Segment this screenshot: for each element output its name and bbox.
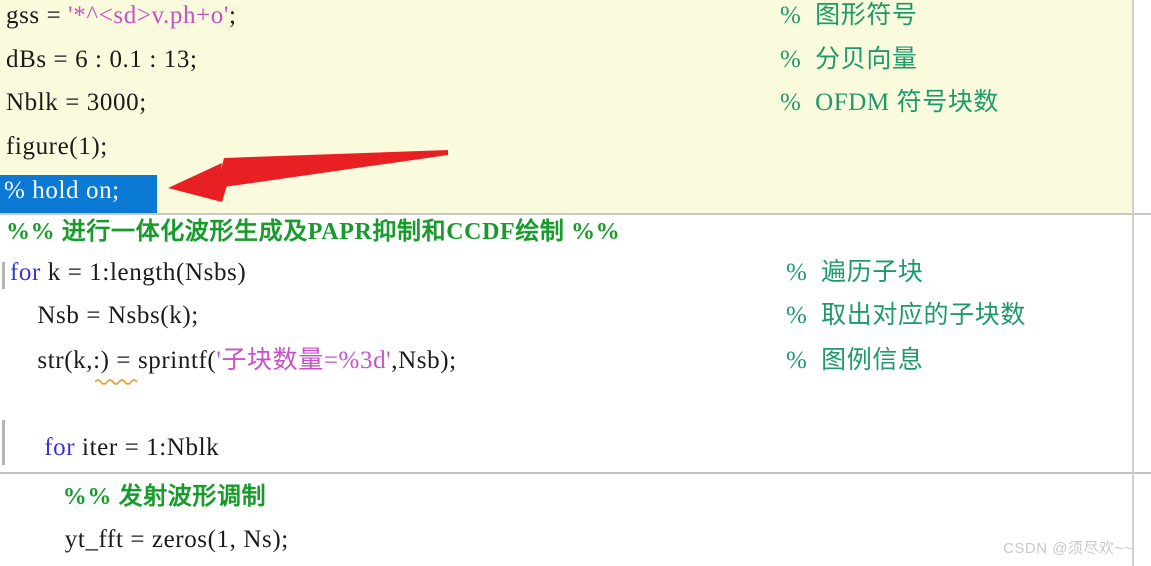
code-token-indent xyxy=(10,434,44,461)
comment-nblk: % OFDM 符号块数 xyxy=(780,89,1000,116)
code-token-plain: ; xyxy=(228,2,237,29)
code-line-cell-header[interactable]: %% 进行一体化波形生成及PAPR抑制和CCDF绘制 %% xyxy=(6,219,620,245)
code-token-cell-header: %% 进行一体化波形生成及PAPR抑制和CCDF绘制 %% xyxy=(6,219,621,245)
matlab-editor-screenshot: gss = '*^<sd>v.ph+o'; % 图形符号 dBs = 6 : 0… xyxy=(0,0,1151,566)
comment-gss: % 图形符号 xyxy=(780,2,918,29)
code-line-for-iter[interactable]: for iter = 1:Nblk xyxy=(10,435,219,461)
warning-squiggle-icon xyxy=(95,379,138,385)
comment-for-k: % 遍历子块 xyxy=(786,259,924,286)
code-token-selected: % hold on; xyxy=(4,177,120,204)
code-line-cell-header-2[interactable]: %% 发射波形调制 xyxy=(10,484,266,510)
code-line-for-k[interactable]: for k = 1:length(Nsbs) xyxy=(10,260,246,286)
code-token-string: '*^<sd>v.ph+o' xyxy=(68,2,229,29)
code-lines-container[interactable]: gss = '*^<sd>v.ph+o'; % 图形符号 dBs = 6 : 0… xyxy=(0,0,1151,566)
comment-dbs: % 分贝向量 xyxy=(780,46,918,73)
code-line-hold-on[interactable]: % hold on; xyxy=(4,178,120,204)
code-line-nsb[interactable]: Nsb = Nsbs(k); xyxy=(10,303,199,329)
comment-nsb: % 取出对应的子块数 xyxy=(786,302,1026,329)
code-token-keyword-for: for xyxy=(44,434,76,461)
code-token-plain: ,Nsb); xyxy=(391,347,457,374)
code-token-plain: iter = 1:Nblk xyxy=(75,434,220,461)
code-token-plain: Nsb = Nsbs(k); xyxy=(10,302,199,329)
code-token-plain: figure(1); xyxy=(6,133,108,160)
code-token-plain: str(k,:) = sprintf( xyxy=(10,347,217,374)
code-line-figure[interactable]: figure(1); xyxy=(6,134,108,160)
code-token-cell-header: %% 发射波形调制 xyxy=(10,484,267,510)
code-token-plain: yt_fft = zeros(1, Ns); xyxy=(10,526,289,553)
comment-str: % 图例信息 xyxy=(786,347,924,374)
code-token-keyword-for: for xyxy=(10,259,41,286)
code-line-str[interactable]: str(k,:) = sprintf('子块数量=%3d',Nsb); xyxy=(10,348,457,374)
code-line-yt-fft[interactable]: yt_fft = zeros(1, Ns); xyxy=(10,527,289,553)
code-token-string: '子块数量=%3d' xyxy=(216,347,392,374)
code-line-nblk[interactable]: Nblk = 3000; xyxy=(6,90,147,116)
code-token-plain: Nblk = 3000; xyxy=(6,89,147,116)
code-line-dbs[interactable]: dBs = 6 : 0.1 : 13; xyxy=(6,47,198,73)
code-token-plain: gss = xyxy=(6,2,69,29)
code-token-plain: dBs = 6 : 0.1 : 13; xyxy=(6,46,198,73)
code-token-plain: k = 1:length(Nsbs) xyxy=(40,259,247,286)
watermark-text: CSDN @须尽欢~~ xyxy=(1003,540,1133,557)
code-line-gss[interactable]: gss = '*^<sd>v.ph+o'; xyxy=(6,3,237,29)
